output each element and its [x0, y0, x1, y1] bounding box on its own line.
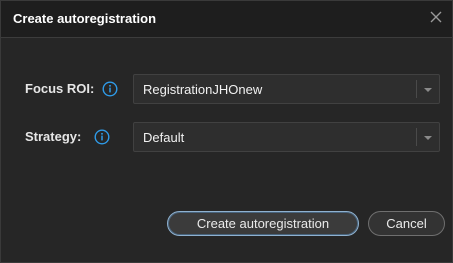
focus-roi-select[interactable]: RegistrationJHOnew: [133, 74, 440, 104]
create-autoregistration-dialog: Create autoregistration Focus ROI: Regis…: [0, 0, 453, 263]
cancel-button[interactable]: Cancel: [368, 211, 445, 236]
strategy-info-icon[interactable]: [94, 129, 110, 145]
create-autoregistration-button[interactable]: Create autoregistration: [167, 211, 359, 236]
strategy-label: Strategy:: [25, 129, 82, 144]
focus-roi-label: Focus ROI:: [25, 81, 95, 96]
dropdown-separator: [416, 128, 417, 146]
chevron-down-icon[interactable]: [424, 88, 432, 92]
dropdown-separator: [416, 80, 417, 98]
close-button[interactable]: [426, 7, 446, 27]
close-icon: [430, 11, 442, 23]
dialog-title: Create autoregistration: [13, 11, 157, 26]
focus-roi-value: RegistrationJHOnew: [143, 82, 263, 97]
strategy-value: Default: [143, 130, 185, 145]
chevron-down-icon[interactable]: [424, 136, 432, 140]
dialog-titlebar: Create autoregistration: [1, 1, 452, 38]
strategy-select[interactable]: Default: [133, 122, 440, 152]
focus-roi-info-icon[interactable]: [102, 81, 118, 97]
